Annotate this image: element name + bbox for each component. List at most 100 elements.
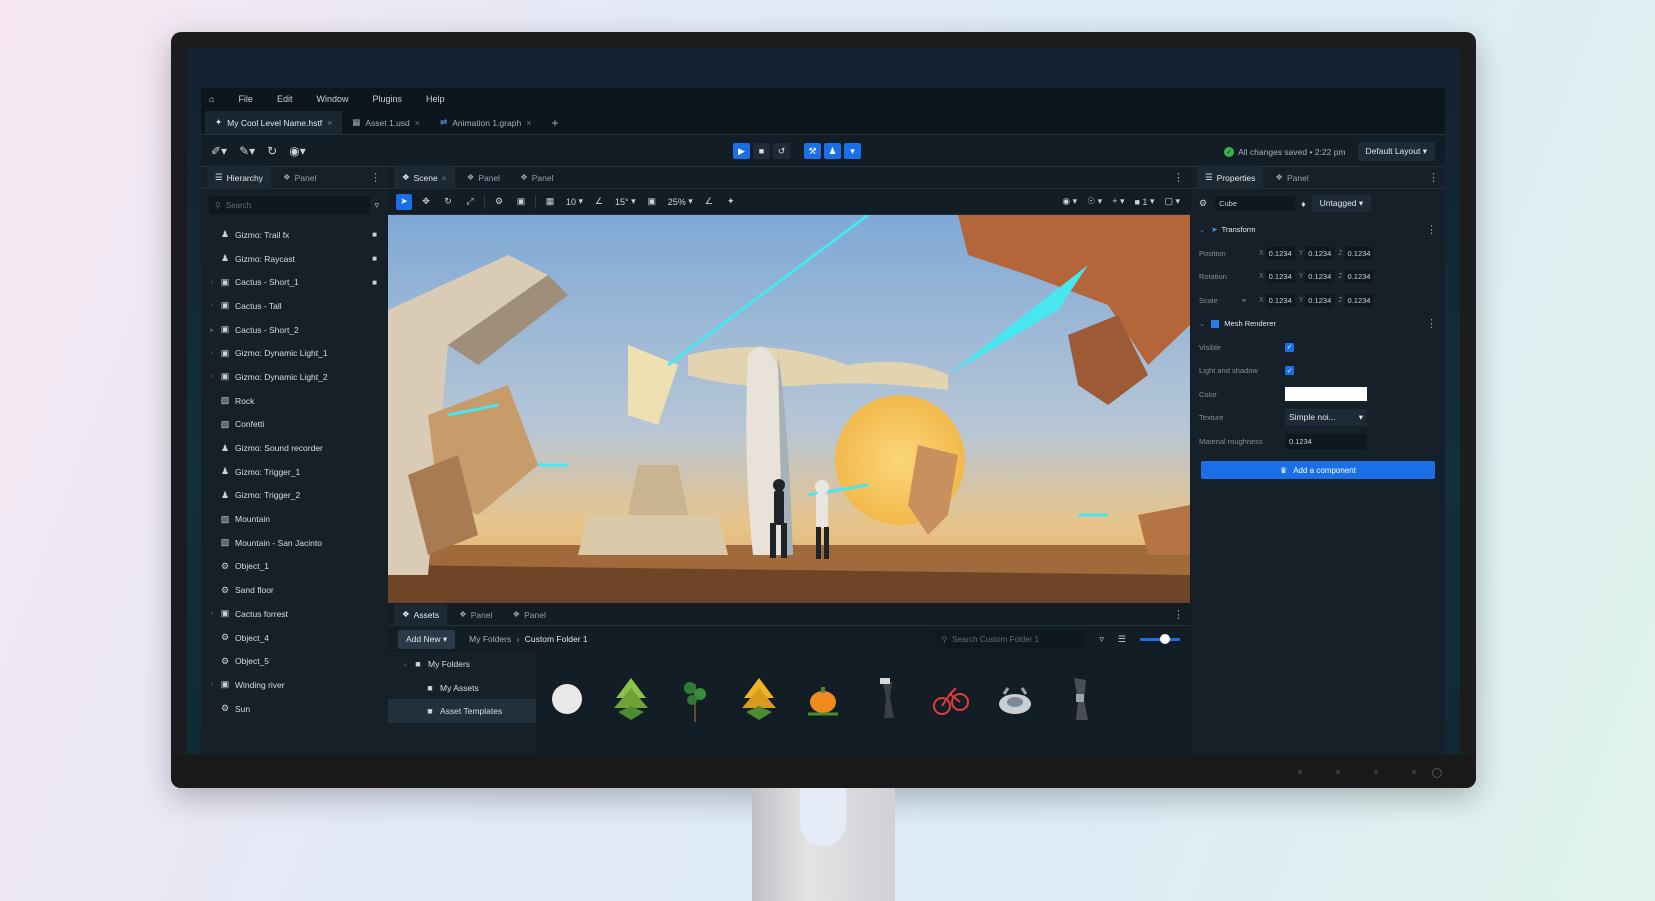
- folder-item[interactable]: ⌄ ■ My Folders: [388, 652, 536, 676]
- angle-tool-icon[interactable]: ∠: [701, 194, 717, 210]
- texture-dropdown[interactable]: Simple noi... ▾: [1285, 409, 1367, 427]
- chevron-right-icon[interactable]: ›: [205, 302, 219, 309]
- rotate-tool-icon[interactable]: ↻: [440, 194, 456, 210]
- lighting-dropdown[interactable]: ◉ ▾: [1060, 194, 1079, 210]
- tools-button[interactable]: ⚒: [804, 143, 821, 159]
- object-name-field[interactable]: Cube: [1215, 196, 1296, 211]
- sphere-asset[interactable]: [548, 674, 586, 724]
- pivot-icon[interactable]: ⚙: [491, 194, 507, 210]
- close-icon[interactable]: ×: [415, 118, 420, 128]
- select-tool-icon[interactable]: ➤: [396, 193, 412, 210]
- autumn-tree-asset[interactable]: [740, 674, 778, 724]
- scale-x-field[interactable]: 0.1234: [1265, 293, 1295, 307]
- robot-leg-asset[interactable]: [1060, 674, 1098, 724]
- hierarchy-item[interactable]: ♟ Gizmo: Trigger_2: [201, 484, 387, 508]
- close-icon[interactable]: ×: [327, 118, 332, 128]
- hierarchy-item[interactable]: ♟ Gizmo: Sound recorder: [201, 436, 387, 460]
- hierarchy-item[interactable]: ▨ Mountain: [201, 507, 387, 531]
- add-dropdown[interactable]: + ▾: [1110, 194, 1126, 210]
- link-icon[interactable]: ⚭: [1241, 296, 1255, 305]
- filter-icon[interactable]: ▿: [1099, 634, 1104, 645]
- lock-icon[interactable]: ■: [372, 230, 377, 239]
- hierarchy-search[interactable]: ⚲ Search: [209, 196, 371, 214]
- tab-panel[interactable]: ❖ Panel: [459, 167, 508, 189]
- new-tab-button[interactable]: +: [541, 111, 568, 134]
- hierarchy-item[interactable]: › ▣ Gizmo: Dynamic Light_2: [201, 365, 387, 389]
- chevron-right-icon[interactable]: ▸: [205, 326, 219, 334]
- position-y-field[interactable]: 0.1234: [1305, 246, 1335, 260]
- list-view-icon[interactable]: ☰: [1118, 634, 1126, 645]
- more-icon[interactable]: ⋮: [1428, 171, 1439, 184]
- sapling-asset[interactable]: [676, 674, 714, 724]
- rotation-z-field[interactable]: 0.1234: [1344, 270, 1374, 284]
- hierarchy-item[interactable]: › ▣ Gizmo: Dynamic Light_1: [201, 341, 387, 365]
- light-checkbox[interactable]: ✓: [1285, 366, 1294, 376]
- chevron-right-icon[interactable]: ›: [205, 681, 219, 688]
- roughness-field[interactable]: 0.1234: [1285, 433, 1367, 449]
- breadcrumb-item[interactable]: My Folders: [469, 634, 511, 644]
- chevron-right-icon[interactable]: ›: [205, 279, 219, 286]
- hierarchy-item[interactable]: ▨ Mountain - San Jacinto: [201, 531, 387, 555]
- paint-icon[interactable]: ✎▾: [239, 144, 255, 158]
- angle-icon[interactable]: ∠: [591, 194, 607, 210]
- hierarchy-item[interactable]: › ▣ Cactus - Tall: [201, 294, 387, 318]
- lock-icon[interactable]: ◉▾: [289, 144, 306, 158]
- position-z-field[interactable]: 0.1234: [1344, 246, 1374, 260]
- scale-z-field[interactable]: 0.1234: [1344, 293, 1374, 307]
- home-icon[interactable]: ⌂: [209, 94, 214, 104]
- pumpkin-asset[interactable]: [804, 674, 842, 724]
- scene-viewport[interactable]: [388, 215, 1190, 603]
- tab-panel[interactable]: ❖ Panel: [505, 604, 554, 626]
- visibility-dropdown[interactable]: ☉ ▾: [1085, 194, 1104, 210]
- lock-icon[interactable]: ■: [372, 278, 377, 287]
- tab-panel[interactable]: ❖ Panel: [512, 167, 561, 189]
- hierarchy-item[interactable]: ⚙ Object_1: [201, 555, 387, 579]
- layout-dropdown[interactable]: Default Layout ▾: [1357, 142, 1435, 161]
- grid-size[interactable]: 10 ▾: [564, 194, 585, 210]
- mesh-renderer-section[interactable]: ⌄ Mesh Renderer ⋮: [1191, 312, 1445, 336]
- scale-tool-icon[interactable]: ⤢: [462, 194, 478, 210]
- chevron-right-icon[interactable]: ›: [205, 610, 219, 617]
- hierarchy-item[interactable]: ▸ ▣ Cactus - Short_2: [201, 318, 387, 342]
- position-x-field[interactable]: 0.1234: [1265, 246, 1295, 260]
- menu-window[interactable]: Window: [316, 94, 348, 104]
- robot-arm-asset[interactable]: [868, 674, 906, 724]
- chevron-right-icon[interactable]: ›: [205, 373, 219, 380]
- tab-animation[interactable]: ⇄ Animation 1.graph ×: [430, 111, 541, 134]
- menu-help[interactable]: Help: [426, 94, 445, 104]
- tab-hierarchy[interactable]: ☰ Hierarchy: [207, 166, 271, 189]
- color-swatch[interactable]: [1285, 387, 1367, 402]
- scale-y-field[interactable]: 0.1234: [1305, 293, 1335, 307]
- folder-item[interactable]: ■ My Assets: [388, 676, 536, 700]
- tab-assets[interactable]: ❖ Assets: [394, 603, 448, 626]
- scale-snap-icon[interactable]: ▣: [644, 194, 660, 210]
- hierarchy-item[interactable]: ♟ Gizmo: Raycast ■: [201, 247, 387, 271]
- hierarchy-item[interactable]: ▨ Rock: [201, 389, 387, 413]
- menu-file[interactable]: File: [238, 94, 253, 104]
- rotation-x-field[interactable]: 0.1234: [1265, 270, 1295, 284]
- tab-properties[interactable]: ☰ Properties: [1197, 166, 1264, 189]
- close-icon[interactable]: ×: [442, 173, 447, 183]
- rotation-y-field[interactable]: 0.1234: [1305, 270, 1335, 284]
- breadcrumb-item[interactable]: Custom Folder 1: [525, 634, 588, 644]
- stop-button[interactable]: ■: [753, 143, 770, 159]
- more-icon[interactable]: ⋮: [1173, 171, 1184, 184]
- hierarchy-item[interactable]: › ▣ Cactus - Short_1 ■: [201, 270, 387, 294]
- tab-level[interactable]: ✦ My Cool Level Name.hstf ×: [205, 111, 343, 134]
- scale-snap[interactable]: 25% ▾: [666, 194, 695, 210]
- move-tool-icon[interactable]: ✥: [418, 194, 434, 210]
- brush-icon[interactable]: ✐▾: [211, 144, 227, 158]
- tab-panel[interactable]: ❖ Panel: [451, 604, 500, 626]
- more-icon[interactable]: ⋮: [1426, 223, 1437, 236]
- add-component-button[interactable]: ♛ Add a component: [1201, 461, 1435, 479]
- hierarchy-item[interactable]: ▨ Confetti: [201, 413, 387, 437]
- drone-asset[interactable]: [996, 674, 1034, 724]
- hierarchy-item[interactable]: ⚙ Object_5: [201, 649, 387, 673]
- snap-icon[interactable]: ✦: [723, 194, 739, 210]
- refresh-icon[interactable]: ↻: [267, 144, 277, 158]
- tab-panel[interactable]: ❖ Panel: [1267, 167, 1316, 189]
- more-icon[interactable]: ⋮: [370, 171, 381, 184]
- assets-search[interactable]: ⚲ Search Custom Folder 1: [935, 630, 1086, 648]
- local-icon[interactable]: ▣: [513, 194, 529, 210]
- thumbnail-size-slider[interactable]: [1140, 633, 1180, 644]
